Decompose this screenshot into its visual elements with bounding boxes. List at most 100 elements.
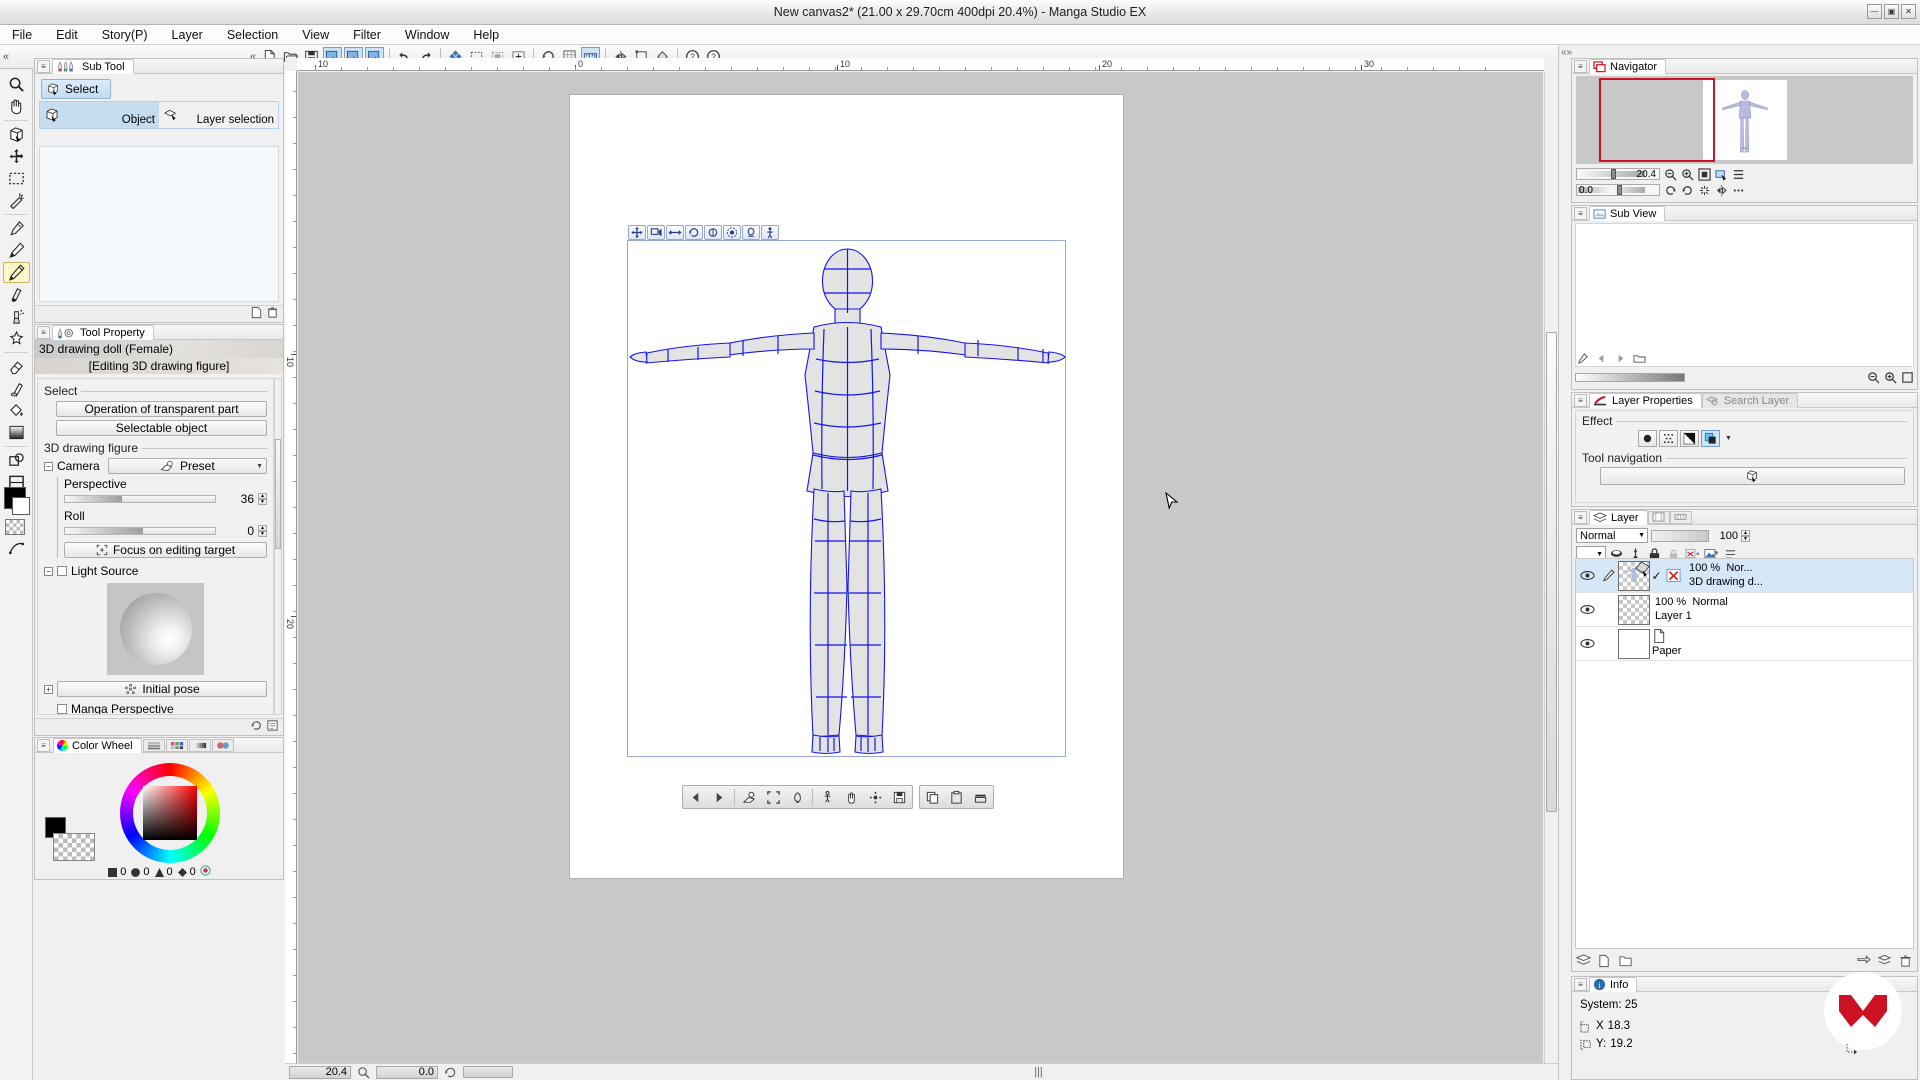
rotate-left-icon[interactable] xyxy=(1663,183,1677,197)
tab-tool-property[interactable]: Tool Property xyxy=(52,324,154,340)
navigator-rotation-slider[interactable]: 0.0 xyxy=(1576,184,1660,196)
color-footer-item[interactable]: 0 xyxy=(130,866,150,878)
tab-search-layer[interactable]: Search Layer xyxy=(1701,392,1799,408)
menu-filter[interactable]: Filter xyxy=(341,26,393,44)
register-pose-icon[interactable] xyxy=(738,787,761,807)
menu-layer[interactable]: Layer xyxy=(160,26,215,44)
camera-preset-combo[interactable]: Preset ▼ xyxy=(107,458,267,474)
tab-sub-view[interactable]: Sub View xyxy=(1589,205,1666,221)
roll-value[interactable]: 0 xyxy=(220,524,254,538)
figure-bounding-box[interactable] xyxy=(627,225,1067,758)
ruler-top[interactable]: 10 0 10 20 30 xyxy=(297,58,1544,71)
new-raster-layer-icon[interactable] xyxy=(1575,953,1592,969)
rotate-icon[interactable] xyxy=(685,225,703,240)
focus-on-editing-target-button[interactable]: Focus on editing target xyxy=(64,542,267,558)
roll-slider[interactable] xyxy=(64,527,216,535)
canvas-viewport[interactable] xyxy=(298,72,1543,1065)
layer-thumbnail[interactable] xyxy=(1618,560,1650,591)
transparent-swatch[interactable] xyxy=(53,833,95,861)
pencil-tool[interactable] xyxy=(3,262,30,283)
navigator-zoom-slider[interactable]: 20.4 xyxy=(1576,168,1660,180)
zoom-in-icon[interactable] xyxy=(1883,370,1897,384)
initial-pose-expander[interactable]: + xyxy=(44,684,53,694)
body-type-icon[interactable] xyxy=(816,787,839,807)
color-square-picker[interactable] xyxy=(143,786,197,840)
color-footer-item[interactable]: 0 xyxy=(107,866,126,878)
zoom-out-icon[interactable] xyxy=(1663,167,1677,181)
correct-line-tool[interactable] xyxy=(3,538,30,559)
perspective-stepper[interactable]: ▲ ▼ xyxy=(258,493,267,505)
status-rotation-field[interactable]: 0.0 xyxy=(376,1065,438,1079)
manga-perspective-checkbox[interactable] xyxy=(57,704,67,714)
halftone-effect-icon[interactable] xyxy=(1659,430,1678,447)
tab-layer-properties[interactable]: Layer Properties xyxy=(1589,392,1702,408)
layer-visibility-icon[interactable] xyxy=(1576,604,1598,615)
3d-drawing-figure[interactable] xyxy=(628,241,1067,758)
tool-property-scrollbar[interactable] xyxy=(274,378,282,715)
light-source-expander[interactable]: − xyxy=(44,566,53,576)
pen-tool[interactable] xyxy=(3,240,30,261)
layer-thumbnail[interactable] xyxy=(1618,628,1650,659)
delete-figure-icon[interactable] xyxy=(969,787,992,807)
light-source-checkbox[interactable] xyxy=(57,566,67,576)
sub-view-canvas[interactable] xyxy=(1575,223,1914,367)
delete-layer-icon[interactable] xyxy=(1897,953,1914,969)
roll-stepper[interactable]: ▲ ▼ xyxy=(258,525,267,537)
rotate-camera-icon[interactable] xyxy=(704,225,722,240)
import-image-icon[interactable] xyxy=(1632,351,1646,365)
right-dock-grip[interactable]: «» xyxy=(1561,47,1572,58)
zoom-in-icon[interactable] xyxy=(1680,167,1694,181)
airbrush-tool[interactable] xyxy=(3,306,30,327)
operation-tool[interactable] xyxy=(3,124,30,145)
layer-visibility-icon[interactable] xyxy=(1576,638,1598,649)
next-image-icon[interactable] xyxy=(1613,351,1627,365)
menu-view[interactable]: View xyxy=(290,26,341,44)
sub-view-gradient-bar[interactable] xyxy=(1575,372,1685,382)
tool-settings-icon[interactable] xyxy=(266,719,279,735)
sub-view-fit-icon[interactable] xyxy=(1900,370,1914,384)
menu-help[interactable]: Help xyxy=(461,26,511,44)
sub-tool-menu-icon[interactable]: ≡ xyxy=(37,59,50,73)
tab-info[interactable]: i Info xyxy=(1589,976,1638,992)
marquee-select-tool[interactable] xyxy=(3,168,30,189)
maximize-button[interactable]: ▣ xyxy=(1884,4,1899,19)
ruler-left[interactable]: 10 20 xyxy=(285,71,297,1066)
layer-properties-menu-icon[interactable]: ≡ xyxy=(1574,393,1587,407)
delete-sub-tool-icon[interactable] xyxy=(266,306,279,322)
intermediate-color-tab[interactable] xyxy=(188,738,211,752)
perspective-value[interactable]: 36 xyxy=(220,492,254,506)
rotation-icon[interactable] xyxy=(444,1066,457,1079)
head-icon[interactable] xyxy=(742,225,760,240)
figure-icon[interactable] xyxy=(761,225,779,240)
close-button[interactable]: ✕ xyxy=(1901,4,1916,19)
actual-size-icon[interactable] xyxy=(1714,167,1728,181)
fit-icon[interactable] xyxy=(762,787,785,807)
layer-row[interactable]: Paper xyxy=(1576,627,1913,661)
navigator-viewport-frame[interactable] xyxy=(1599,78,1715,162)
new-sub-tool-icon[interactable] xyxy=(250,306,263,322)
paste-figure-icon[interactable] xyxy=(945,787,968,807)
move-xy-icon[interactable] xyxy=(628,225,646,240)
move-tool[interactable] xyxy=(3,96,30,117)
layer-row[interactable]: 100 % Normal Layer 1 xyxy=(1576,593,1913,627)
move-camera-icon[interactable] xyxy=(647,225,665,240)
tool-property-menu-icon[interactable]: ≡ xyxy=(37,325,50,339)
menu-selection[interactable]: Selection xyxy=(215,26,290,44)
sub-tool-item-layer-selection[interactable]: Layer selection xyxy=(159,102,278,128)
new-layer-icon[interactable] xyxy=(1596,953,1613,969)
layer-list[interactable]: ✓ 100 % Nor... 3D drawing d... 100 % Normal… xyxy=(1575,558,1914,949)
color-wheel-menu-icon[interactable]: ≡ xyxy=(37,738,50,752)
figure-tool[interactable] xyxy=(3,450,30,471)
brush-tool[interactable] xyxy=(3,284,30,305)
minimize-button[interactable]: — xyxy=(1867,4,1882,19)
prev-pose-icon[interactable] xyxy=(684,787,707,807)
canvas-vscroll-thumb[interactable] xyxy=(1546,332,1557,812)
layer-reference-icon[interactable] xyxy=(1663,568,1684,583)
menu-window[interactable]: Window xyxy=(393,26,461,44)
new-folder-icon[interactable] xyxy=(1617,953,1634,969)
chevron-down-icon[interactable]: ▼ xyxy=(1722,430,1735,447)
opacity-value[interactable]: 100 xyxy=(1712,530,1738,542)
navigator-options-icon[interactable] xyxy=(1731,167,1745,181)
border-effect-icon[interactable] xyxy=(1680,430,1699,447)
zoom-out-icon[interactable] xyxy=(1866,370,1880,384)
